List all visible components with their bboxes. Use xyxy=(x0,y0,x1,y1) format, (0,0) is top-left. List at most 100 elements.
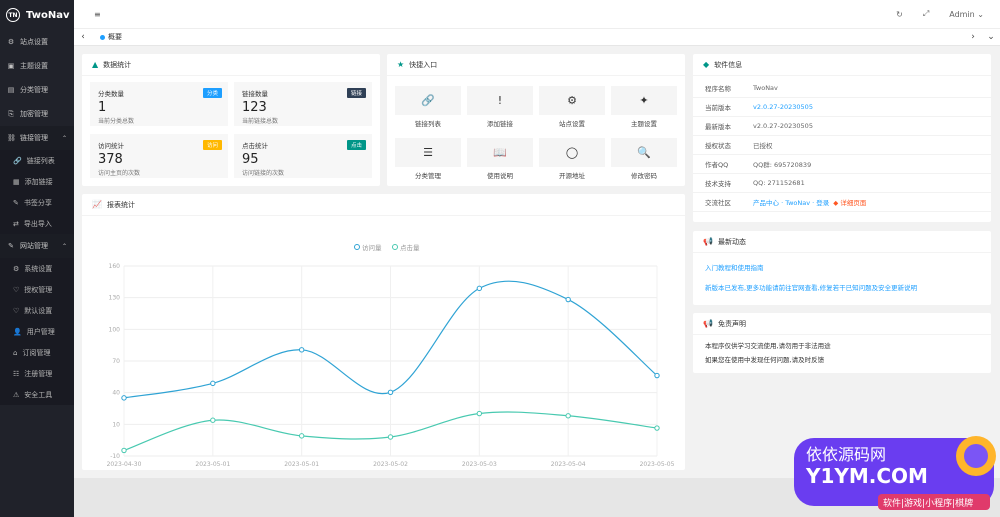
sidebar-subitem[interactable]: ☷ 注册管理 xyxy=(0,363,74,384)
nav-group-site[interactable]: ✎ 网站管理 ⌃ xyxy=(0,234,74,258)
info-row: 交流社区 产品中心 · TwoNav · 登录 ◆ 详细页面 xyxy=(693,193,991,212)
data-point xyxy=(387,434,394,440)
news-link[interactable]: 新版本已发布,更多功能请前往官网查看,修复若干已知问题及安全更新说明 xyxy=(693,277,991,297)
sidebar-subitem[interactable]: ▦ 添加链接 xyxy=(0,171,74,192)
x-tick-label: 2023-05-02 xyxy=(373,461,408,468)
quick-entry-label[interactable]: 分类管理 xyxy=(395,170,461,180)
quick-entry-label[interactable]: 使用说明 xyxy=(467,170,533,180)
quick-entry-button[interactable]: 🔗 xyxy=(395,86,461,115)
legend-label: 点击量 xyxy=(400,243,420,252)
sidebar-item-theme-settings[interactable]: ▣ 主题设置 xyxy=(0,54,74,78)
quick-entry-label[interactable]: 开源地址 xyxy=(539,170,605,180)
sidebar-subitem-label: 书签分享 xyxy=(23,198,52,207)
quick-entry-button[interactable]: ◯ xyxy=(539,138,605,167)
data-point xyxy=(565,413,571,419)
sidebar-subitem-icon: 👤 xyxy=(13,327,22,336)
tab-prev-icon[interactable]: ‹ xyxy=(74,32,92,42)
stat-badge: 点击 xyxy=(346,140,366,150)
quick-entry-button[interactable]: ✦ xyxy=(611,86,677,115)
tab-next-icon[interactable]: › xyxy=(964,32,982,42)
sidebar-item-label: 分类管理 xyxy=(20,86,48,94)
fullscreen-icon[interactable]: ⤢ xyxy=(923,9,929,19)
brand[interactable]: TN TwoNav xyxy=(0,0,74,30)
info-row: 程序名称 TwoNav xyxy=(693,79,991,98)
info-key: 作者QQ xyxy=(705,161,729,169)
top-header: ≡ ↻ ⤢ Admin ⌄ xyxy=(74,0,1000,29)
refresh-icon[interactable]: ↻ xyxy=(896,10,903,19)
sidebar-item-label: 加密管理 xyxy=(20,110,48,118)
stat-value: 95 xyxy=(242,152,259,167)
sidebar-subitem-icon: ⌂ xyxy=(13,348,18,357)
info-value[interactable]: 产品中心 · TwoNav · 登录 xyxy=(753,197,829,207)
info-row: 作者QQ QQ群: 695720839 xyxy=(693,155,991,174)
quick-entry-button[interactable]: ☰ xyxy=(395,138,461,167)
sidebar-item-site-settings[interactable]: ⚙ 站点设置 xyxy=(0,30,74,54)
info-value: TwoNav xyxy=(753,84,778,92)
x-tick-label: 2023-05-01 xyxy=(195,461,230,468)
stat-card[interactable]: 点击统计 95 访问链接的次数 点击 xyxy=(234,134,372,178)
stat-badge: 链接 xyxy=(346,88,366,98)
notice-line: 如果您在使用中发现任何问题,请及时反馈 xyxy=(705,356,825,364)
data-point xyxy=(121,395,127,401)
sidebar-item-category-manage[interactable]: ▤ 分类管理 xyxy=(0,78,74,102)
user-menu[interactable]: Admin ⌄ xyxy=(949,10,984,19)
tab-dropdown-icon[interactable]: ⌄ xyxy=(982,32,1000,42)
x-tick-label: 2023-05-04 xyxy=(551,461,586,468)
tab-overview[interactable]: 概要 xyxy=(92,32,130,42)
sidebar-subitem[interactable]: ⇄ 导出导入 xyxy=(0,213,74,234)
bookmark-icon: ◆ xyxy=(703,60,710,69)
sidebar-subitem[interactable]: 🔗 链接列表 xyxy=(0,150,74,171)
sidebar-subitem-icon: ⇄ xyxy=(13,219,19,228)
info-key: 授权状态 xyxy=(705,142,731,150)
data-stats-title-text: 数据统计 xyxy=(103,60,132,69)
stat-label: 分类数量 xyxy=(98,90,124,98)
quick-entry-button[interactable]: 🔍 xyxy=(611,138,677,167)
sidebar-subitem[interactable]: ⚙ 系统设置 xyxy=(0,258,74,279)
stat-sublabel: 访问链接的次数 xyxy=(242,170,285,177)
chevron-up-icon: ⌃ xyxy=(61,134,67,142)
report-title: 📈 报表统计 xyxy=(82,194,685,216)
info-value: QQ: 271152681 xyxy=(753,179,805,187)
stat-label: 点击统计 xyxy=(242,142,268,150)
quick-entry-label[interactable]: 链接列表 xyxy=(395,118,461,128)
sidebar-subitem[interactable]: ⚠ 安全工具 xyxy=(0,384,74,405)
stat-card[interactable]: 链接数量 123 当前链接总数 链接 xyxy=(234,82,372,126)
quick-entry-button[interactable]: ! xyxy=(467,86,533,115)
brand-logo-icon: TN xyxy=(6,8,20,22)
x-tick-label: 2023-05-03 xyxy=(462,461,497,468)
quick-entry-button[interactable]: ⚙ xyxy=(539,86,605,115)
stat-value: 1 xyxy=(98,100,107,115)
news-link[interactable]: 入门教程和使用指南 xyxy=(693,257,991,277)
sidebar-subitem-icon: ☷ xyxy=(13,369,20,378)
menu-toggle-icon[interactable]: ≡ xyxy=(94,10,101,19)
sidebar-subitem[interactable]: 👤 用户管理 xyxy=(0,321,74,342)
bullhorn-icon: 📢 xyxy=(703,319,713,328)
info-extra-link[interactable]: ◆ 详细页面 xyxy=(833,197,866,207)
data-stats-card: ▲ 数据统计 分类数量 1 当前分类总数 分类 链接数量 123 当前链接总数 链接 访问统计 3… xyxy=(82,54,380,186)
sidebar-subitem[interactable]: ♡ 授权管理 xyxy=(0,279,74,300)
quick-entry-label[interactable]: 添加链接 xyxy=(467,118,533,128)
sidebar-subitem-label: 导出导入 xyxy=(23,219,52,228)
sidebar-subitem[interactable]: ♡ 默认设置 xyxy=(0,300,74,321)
stat-label: 链接数量 xyxy=(242,90,268,98)
info-value[interactable]: v2.0.27-20230505 xyxy=(753,103,813,111)
stat-card[interactable]: 访问统计 378 访问主页的次数 访问 xyxy=(90,134,228,178)
y-tick-label: 10 xyxy=(112,421,120,428)
sidebar-item-encrypt-manage[interactable]: ⎘ 加密管理 xyxy=(0,102,74,126)
data-point xyxy=(121,447,127,454)
y-tick-label: 70 xyxy=(112,358,120,365)
software-info-title-text: 软件信息 xyxy=(714,60,743,69)
quick-entry-icon: ◯ xyxy=(565,146,579,159)
quick-entry-button[interactable]: 📖 xyxy=(467,138,533,167)
quick-entry-label[interactable]: 主题设置 xyxy=(611,118,677,128)
sidebar-subitem[interactable]: ✎ 书签分享 xyxy=(0,192,74,213)
sidebar-subitem-label: 添加链接 xyxy=(24,177,53,186)
sidebar-subitem[interactable]: ⌂ 订阅管理 xyxy=(0,342,74,363)
quick-entry-label[interactable]: 修改密码 xyxy=(611,170,677,180)
info-row: 当前版本 v2.0.27-20230505 xyxy=(693,98,991,117)
stat-card[interactable]: 分类数量 1 当前分类总数 分类 xyxy=(90,82,228,126)
watermark-logo: 依依源码网 Y1YM.COM 软件|游戏|小程序|棋牌 xyxy=(794,436,996,510)
sidebar-subitem-icon: ⚙ xyxy=(13,264,20,273)
nav-group-links[interactable]: ⛓ 链接管理 ⌃ xyxy=(0,126,74,150)
quick-entry-label[interactable]: 站点设置 xyxy=(539,118,605,128)
